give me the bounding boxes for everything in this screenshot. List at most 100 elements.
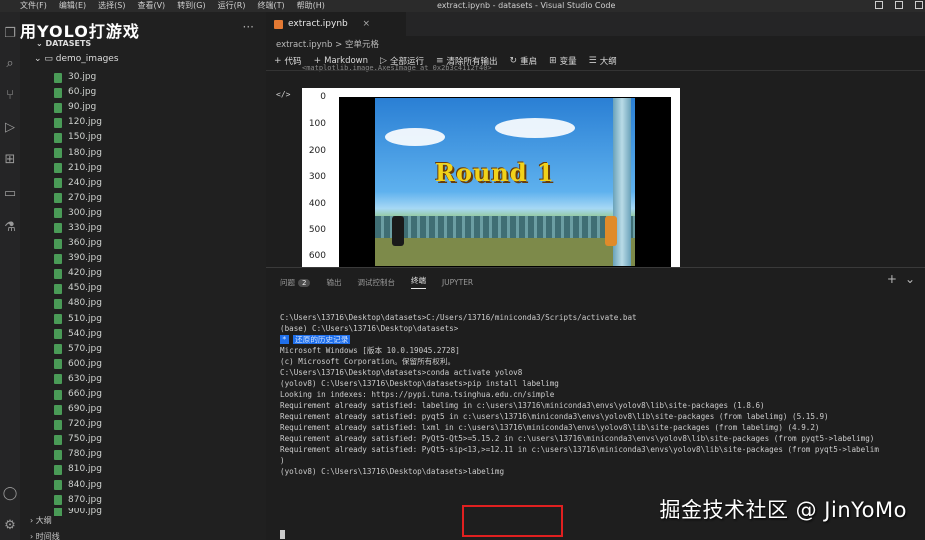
tab-output[interactable]: 输出	[326, 277, 341, 288]
file-item[interactable]: 480.jpg	[54, 296, 102, 311]
file-item[interactable]: 780.jpg	[54, 447, 102, 462]
tab-jupyter[interactable]: JUPYTER	[442, 278, 473, 287]
menu-run[interactable]: 运行(R)	[218, 0, 246, 11]
file-item[interactable]: 360.jpg	[54, 236, 102, 251]
output-code-icon[interactable]: </>	[276, 90, 290, 99]
file-item[interactable]: 90.jpg	[54, 100, 102, 115]
image-file-icon	[54, 434, 62, 445]
explorer-icon[interactable]: ❐	[2, 26, 18, 42]
new-terminal-icon[interactable]: +	[887, 272, 897, 286]
remote-explorer-icon[interactable]: ▭	[2, 186, 18, 202]
breadcrumb[interactable]: extract.ipynb > 空单元格	[276, 38, 379, 50]
y-tick-label: 600	[308, 251, 326, 261]
terminal-line: C:\Users\13716\Desktop\datasets>C:/Users…	[280, 313, 637, 322]
file-item[interactable]: 210.jpg	[54, 161, 102, 176]
file-item[interactable]: 120.jpg	[54, 115, 102, 130]
problems-count-badge: 2	[298, 278, 311, 287]
file-item[interactable]: 420.jpg	[54, 266, 102, 281]
y-tick-label: 200	[308, 146, 326, 156]
image-file-icon	[54, 208, 62, 219]
file-item[interactable]: 510.jpg	[54, 312, 102, 327]
terminal-line: Microsoft Windows [版本 10.0.19045.2728]	[280, 346, 460, 355]
terminal-line: )	[280, 456, 285, 465]
file-item[interactable]: 390.jpg	[54, 251, 102, 266]
file-item[interactable]: 150.jpg	[54, 130, 102, 145]
folder-demo-images[interactable]: ⌄ ▭ demo_images	[34, 54, 119, 64]
terminal-dropdown-icon[interactable]: ⌄	[905, 272, 915, 286]
panel-controls: + ⌄	[887, 272, 915, 286]
outline-section-header[interactable]: › 大纲	[30, 515, 52, 526]
file-item[interactable]: 720.jpg	[54, 417, 102, 432]
file-item[interactable]: 270.jpg	[54, 191, 102, 206]
terminal-line: Requirement already satisfied: labelimg …	[280, 401, 765, 410]
menu-file[interactable]: 文件(F)	[20, 0, 47, 11]
terminal-line: Requirement already satisfied: pyqt5 in …	[280, 412, 829, 421]
file-item[interactable]: 750.jpg	[54, 432, 102, 447]
terminal-line: Looking in indexes: https://pypi.tuna.ts…	[280, 390, 555, 399]
terminal-line: Requirement already satisfied: PyQt5-sip…	[280, 445, 879, 454]
explorer-section-header[interactable]: ⌄ DATASETS	[36, 39, 91, 48]
file-item[interactable]: 30.jpg	[54, 70, 102, 85]
menu-help[interactable]: 帮助(H)	[297, 0, 325, 11]
search-icon[interactable]: ⌕	[2, 56, 18, 72]
layout-toggle-icon[interactable]	[875, 1, 883, 9]
file-item[interactable]: 330.jpg	[54, 221, 102, 236]
image-file-icon	[54, 268, 62, 279]
testing-icon[interactable]: ⚗	[2, 220, 18, 236]
menu-go[interactable]: 转到(G)	[177, 0, 205, 11]
file-item[interactable]: 690.jpg	[54, 402, 102, 417]
image-file-icon	[54, 374, 62, 385]
game-scene: Round 1	[375, 98, 635, 266]
variables-button[interactable]: ⊞ 变量	[549, 55, 577, 67]
terminal-line: (yolov8) C:\Users\13716\Desktop\datasets…	[280, 379, 559, 388]
extensions-icon[interactable]: ⊞	[2, 152, 18, 168]
timeline-section-header[interactable]: › 时间线	[30, 531, 60, 540]
terminal-history-line: * 还原的历史记录	[280, 335, 351, 344]
file-item[interactable]: 660.jpg	[54, 387, 102, 402]
file-item[interactable]: 180.jpg	[54, 145, 102, 160]
add-code-cell-button[interactable]: + 代码	[274, 55, 302, 67]
tab-debug-console[interactable]: 调试控制台	[357, 277, 395, 288]
restart-button[interactable]: ↻ 重启	[510, 55, 538, 67]
menu-selection[interactable]: 选择(S)	[98, 0, 125, 11]
terminal-output[interactable]: C:\Users\13716\Desktop\datasets>C:/Users…	[280, 312, 920, 477]
file-item[interactable]: 600.jpg	[54, 357, 102, 372]
more-actions-icon[interactable]: ···	[243, 20, 254, 34]
editor-tab-bar: extract.ipynb ×	[266, 12, 925, 36]
file-item[interactable]: 900.jpg	[54, 507, 102, 516]
file-item[interactable]: 570.jpg	[54, 342, 102, 357]
file-item[interactable]: 540.jpg	[54, 327, 102, 342]
file-item[interactable]: 810.jpg	[54, 462, 102, 477]
layout-sidebar-icon[interactable]	[915, 1, 923, 9]
file-item[interactable]: 870.jpg	[54, 493, 102, 508]
account-icon[interactable]: ◯	[2, 486, 18, 502]
outline-button[interactable]: ☰ 大纲	[589, 55, 617, 67]
layout-panel-icon[interactable]	[895, 1, 903, 9]
file-item[interactable]: 630.jpg	[54, 372, 102, 387]
close-tab-icon[interactable]: ×	[362, 12, 370, 36]
menu-terminal[interactable]: 终端(T)	[257, 0, 284, 11]
file-item[interactable]: 300.jpg	[54, 206, 102, 221]
image-file-icon	[54, 102, 62, 113]
settings-gear-icon[interactable]: ⚙	[2, 518, 18, 534]
source-control-icon[interactable]: ⑂	[2, 88, 18, 104]
image-file-icon	[54, 344, 62, 355]
file-list: 30.jpg 60.jpg 90.jpg 120.jpg 150.jpg 180…	[54, 70, 102, 516]
image-file-icon	[54, 72, 62, 83]
file-item[interactable]: 450.jpg	[54, 281, 102, 296]
menu-edit[interactable]: 编辑(E)	[59, 0, 86, 11]
run-debug-icon[interactable]: ▷	[2, 120, 18, 136]
file-item[interactable]: 840.jpg	[54, 478, 102, 493]
tab-terminal[interactable]: 终端	[410, 275, 426, 289]
tab-problems[interactable]: 问题 2	[280, 277, 311, 288]
image-file-icon	[54, 238, 62, 249]
terminal-line: Requirement already satisfied: lxml in c…	[280, 423, 820, 432]
notebook-file-icon	[274, 20, 283, 29]
file-item[interactable]: 60.jpg	[54, 85, 102, 100]
menu-view[interactable]: 查看(V)	[137, 0, 165, 11]
image-file-icon	[54, 87, 62, 98]
terminal-line: (base) C:\Users\13716\Desktop\datasets>	[280, 324, 459, 333]
file-item[interactable]: 240.jpg	[54, 176, 102, 191]
image-file-icon	[54, 223, 62, 234]
tab-extract-ipynb[interactable]: extract.ipynb ×	[266, 12, 406, 36]
